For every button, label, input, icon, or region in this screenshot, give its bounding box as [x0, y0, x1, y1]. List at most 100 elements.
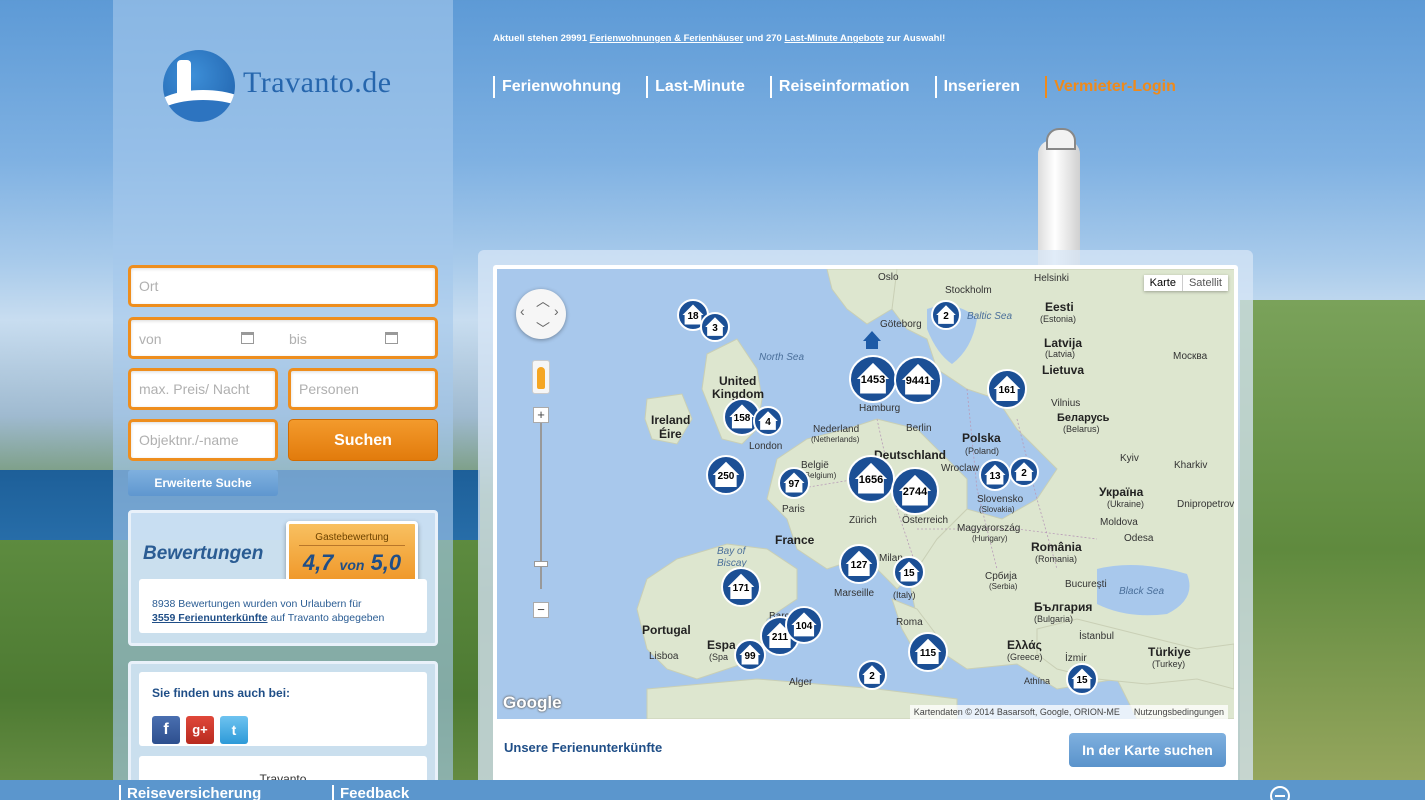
label-latvija: Latvija [1044, 336, 1082, 350]
property-cluster-marker[interactable]: 115 [908, 632, 948, 672]
property-cluster-marker[interactable]: 15 [893, 556, 925, 588]
property-cluster-marker[interactable]: 3 [700, 312, 730, 342]
location-field[interactable] [128, 265, 438, 307]
property-cluster-marker[interactable]: 2 [1009, 457, 1039, 487]
location-input[interactable] [131, 268, 435, 304]
reviews-link[interactable]: 3559 Ferienunterkünfte [152, 612, 268, 624]
label-spain: (Spa [709, 652, 728, 662]
map-canvas[interactable]: North Sea Baltic Sea Black Sea Bay of Bi… [497, 269, 1234, 719]
property-cluster-marker[interactable]: 9441 [894, 356, 942, 404]
label-vilnius: Vilnius [1051, 398, 1080, 409]
property-cluster-marker[interactable]: 2 [857, 660, 887, 690]
twitter-icon[interactable]: t [220, 716, 248, 744]
zoom-in-button[interactable]: + [533, 407, 549, 423]
map-type-control: Karte Satellit [1143, 275, 1228, 291]
persons-input[interactable] [291, 371, 435, 407]
label-lietuva: Lietuva [1042, 363, 1084, 377]
header-link-last-minute[interactable]: Last-Minute Angebote [784, 33, 883, 44]
property-cluster-marker[interactable]: 127 [839, 544, 879, 584]
date-to-label[interactable]: bis [289, 331, 307, 347]
label-kharkiv: Kharkiv [1174, 460, 1207, 471]
property-cluster-marker[interactable]: 4 [753, 406, 783, 436]
label-espana: Espa [707, 638, 736, 652]
calendar-to-icon[interactable] [385, 332, 398, 344]
zoom-out-button[interactable]: − [533, 602, 549, 618]
pan-left-icon[interactable]: ‹ [520, 303, 525, 319]
max-price-input[interactable] [131, 371, 275, 407]
calendar-from-icon[interactable] [241, 332, 254, 344]
cluster-count: 2 [1021, 468, 1027, 479]
property-cluster-marker[interactable]: 97 [778, 467, 810, 499]
street-view-pegman-icon[interactable] [532, 360, 550, 394]
header-link-vacation-homes[interactable]: Ferienwohnungen & Ferienhäuser [590, 33, 744, 44]
property-cluster-marker[interactable]: 1453 [849, 355, 897, 403]
nav-reiseinformation[interactable]: Reiseinformation [769, 76, 910, 98]
google-plus-icon[interactable]: g+ [186, 716, 214, 744]
footer-travel-insurance[interactable]: Reiseversicherung [119, 785, 261, 800]
cluster-count: 1453 [861, 374, 885, 386]
reviews-box: Bewertungen Gastebewertung 4,7 von 5,0 8… [128, 510, 438, 646]
travanto-logo[interactable]: Travanto.de [163, 48, 413, 124]
property-cluster-marker[interactable]: 2744 [891, 467, 939, 515]
nav-inserieren[interactable]: Inserieren [934, 76, 1020, 98]
nav-landlord-login[interactable]: Vermieter-Login [1045, 76, 1176, 98]
label-odesa: Odesa [1124, 533, 1154, 544]
pan-control[interactable]: ︿ ﹀ ‹ › [516, 289, 566, 339]
property-cluster-marker[interactable]: 2 [931, 300, 961, 330]
cluster-count: 18 [687, 311, 699, 322]
nav-last-minute[interactable]: Last-Minute [646, 76, 745, 98]
header-info-suffix: zur Auswahl! [886, 33, 946, 44]
label-black-sea: Black Sea [1119, 586, 1164, 597]
property-cluster-marker[interactable]: 104 [785, 606, 823, 644]
object-field[interactable] [128, 419, 278, 461]
reviews-title: Bewertungen [143, 543, 264, 564]
property-cluster-marker[interactable]: 13 [979, 459, 1011, 491]
cluster-count: 250 [718, 471, 735, 482]
date-range-field[interactable]: von bis [128, 317, 438, 359]
property-cluster-marker[interactable]: 15 [1066, 663, 1098, 695]
map-search-button[interactable]: In der Karte suchen [1069, 733, 1226, 767]
pan-up-icon[interactable]: ︿ [536, 291, 550, 311]
google-logo[interactable]: Google [503, 693, 562, 713]
label-hungary: (Hungary) [972, 534, 1008, 543]
footer-feedback[interactable]: Feedback [332, 785, 409, 800]
label-hamburg: Hamburg [859, 403, 900, 414]
property-cluster-marker[interactable]: 250 [706, 455, 746, 495]
map-terms-link[interactable]: Nutzungsbedingungen [1134, 707, 1224, 717]
object-input[interactable] [131, 422, 275, 458]
label-united: United [719, 374, 756, 388]
collapse-minus-icon[interactable] [1270, 786, 1290, 800]
persons-field[interactable] [288, 368, 438, 410]
cluster-count: 2 [943, 311, 949, 322]
label-marseille: Marseille [834, 588, 874, 599]
label-turkey: (Turkey) [1152, 659, 1185, 669]
zoom-slider-handle[interactable] [534, 561, 548, 567]
label-bulgaria: България [1034, 600, 1092, 614]
property-cluster-marker[interactable]: 161 [987, 369, 1027, 409]
search-button[interactable]: Suchen [288, 419, 438, 461]
map-type-map[interactable]: Karte [1144, 275, 1183, 291]
label-belarus-en: (Belarus) [1063, 424, 1100, 434]
cluster-count: 2 [869, 671, 875, 682]
label-eire: Éire [659, 426, 682, 441]
cluster-count: 171 [733, 583, 750, 594]
label-izmir: İzmir [1065, 651, 1087, 664]
nav-ferienwohnung[interactable]: Ferienwohnung [493, 76, 621, 98]
label-poland: (Poland) [965, 446, 999, 456]
property-cluster-marker[interactable]: 1656 [847, 455, 895, 503]
map-type-satellite[interactable]: Satellit [1183, 275, 1228, 291]
home-marker-icon[interactable] [863, 331, 881, 349]
extended-search-button[interactable]: Erweiterte Suche [128, 470, 278, 496]
date-from-label[interactable]: von [139, 331, 162, 347]
label-belarus: Беларусь [1057, 412, 1110, 424]
cluster-count: 115 [920, 648, 937, 659]
max-price-field[interactable] [128, 368, 278, 410]
pan-right-icon[interactable]: › [554, 303, 559, 319]
label-ellas: Ελλάς [1007, 638, 1042, 652]
property-cluster-marker[interactable]: 171 [721, 567, 761, 607]
property-cluster-marker[interactable]: 99 [734, 639, 766, 671]
map-view[interactable]: North Sea Baltic Sea Black Sea Bay of Bi… [497, 269, 1234, 719]
pan-down-icon[interactable]: ﹀ [536, 319, 550, 339]
label-baltic-sea: Baltic Sea [967, 311, 1012, 322]
facebook-icon[interactable]: f [152, 716, 180, 744]
